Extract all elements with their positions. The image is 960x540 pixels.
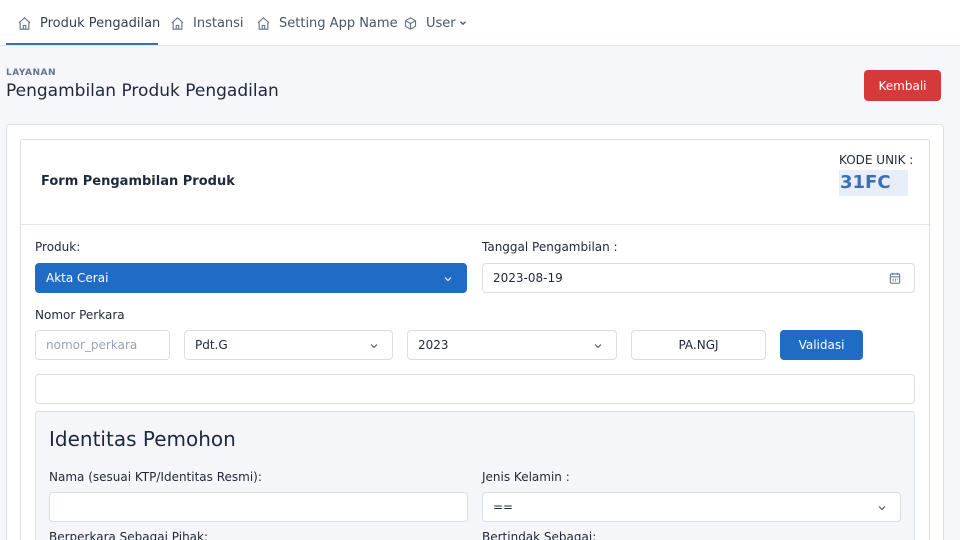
- jenis-kelamin-label: Jenis Kelamin :: [482, 470, 570, 484]
- home-icon: [257, 16, 270, 30]
- nav-item-setting-app-name[interactable]: Setting App Name: [256, 0, 398, 46]
- home-icon: [171, 16, 184, 30]
- chevron-down-icon: [459, 21, 466, 26]
- tanggal-input[interactable]: 2023-08-19: [482, 263, 915, 293]
- nav-label: User: [426, 15, 456, 31]
- kode-unik-value: 31FC: [839, 170, 908, 196]
- nama-label: Nama (sesuai KTP/Identitas Resmi):: [49, 470, 262, 484]
- produk-label: Produk:: [35, 240, 81, 254]
- validasi-button[interactable]: Validasi: [780, 330, 863, 360]
- chevron-down-icon: [444, 277, 452, 282]
- form-title: Form Pengambilan Produk: [41, 174, 235, 189]
- chevron-down-icon: [370, 344, 378, 349]
- active-tab-indicator: [6, 43, 158, 45]
- pengadilan-code-field[interactable]: PA.NGJ: [631, 330, 766, 360]
- package-icon: [404, 16, 417, 30]
- card-header-divider: [21, 224, 929, 225]
- nav-label: Instansi: [193, 15, 244, 31]
- tahun-select[interactable]: 2023: [407, 330, 617, 360]
- jenis-kelamin-select[interactable]: ==: [482, 492, 901, 522]
- calendar-icon[interactable]: [888, 271, 902, 285]
- page-title: Pengambilan Produk Pengadilan: [6, 81, 279, 101]
- nav-label: Produk Pengadilan: [40, 15, 161, 31]
- nav-item-instansi[interactable]: Instansi: [170, 0, 244, 46]
- tahun-value: 2023: [418, 338, 449, 352]
- produk-select-value: Akta Cerai: [46, 271, 109, 285]
- jenis-perkara-value: Pdt.G: [195, 338, 228, 352]
- back-button[interactable]: Kembali: [864, 70, 941, 101]
- nav-label: Setting App Name: [279, 15, 398, 31]
- nomor-perkara-input[interactable]: nomor_perkara: [35, 330, 170, 360]
- nomor-perkara-label: Nomor Perkara: [35, 308, 125, 322]
- nav-item-produk-pengadilan[interactable]: Produk Pengadilan: [17, 0, 160, 46]
- jenis-kelamin-value: ==: [493, 500, 514, 514]
- top-navbar: Produk Pengadilan Instansi Setting App N…: [0, 0, 960, 46]
- pengadilan-code-value: PA.NGJ: [678, 338, 719, 352]
- tanggal-value: 2023-08-19: [493, 271, 563, 285]
- kode-unik-label: KODE UNIK :: [839, 153, 914, 167]
- nav-item-user[interactable]: User: [403, 0, 468, 46]
- page-pretitle: LAYANAN: [6, 68, 56, 78]
- nama-input[interactable]: [49, 492, 468, 522]
- chevron-down-icon: [878, 506, 886, 511]
- nomor-perkara-placeholder: nomor_perkara: [46, 338, 138, 352]
- section-title: Identitas Pemohon: [49, 427, 236, 451]
- berperkara-label: Berperkara Sebagai Pihak:: [49, 530, 209, 540]
- chevron-down-icon: [594, 344, 602, 349]
- bertindak-label: Bertindak Sebagai:: [482, 530, 597, 540]
- jenis-perkara-select[interactable]: Pdt.G: [184, 330, 393, 360]
- tanggal-label: Tanggal Pengambilan :: [482, 240, 618, 254]
- validation-result-field[interactable]: [35, 374, 915, 404]
- home-icon: [18, 16, 31, 30]
- produk-select[interactable]: Akta Cerai: [35, 263, 467, 293]
